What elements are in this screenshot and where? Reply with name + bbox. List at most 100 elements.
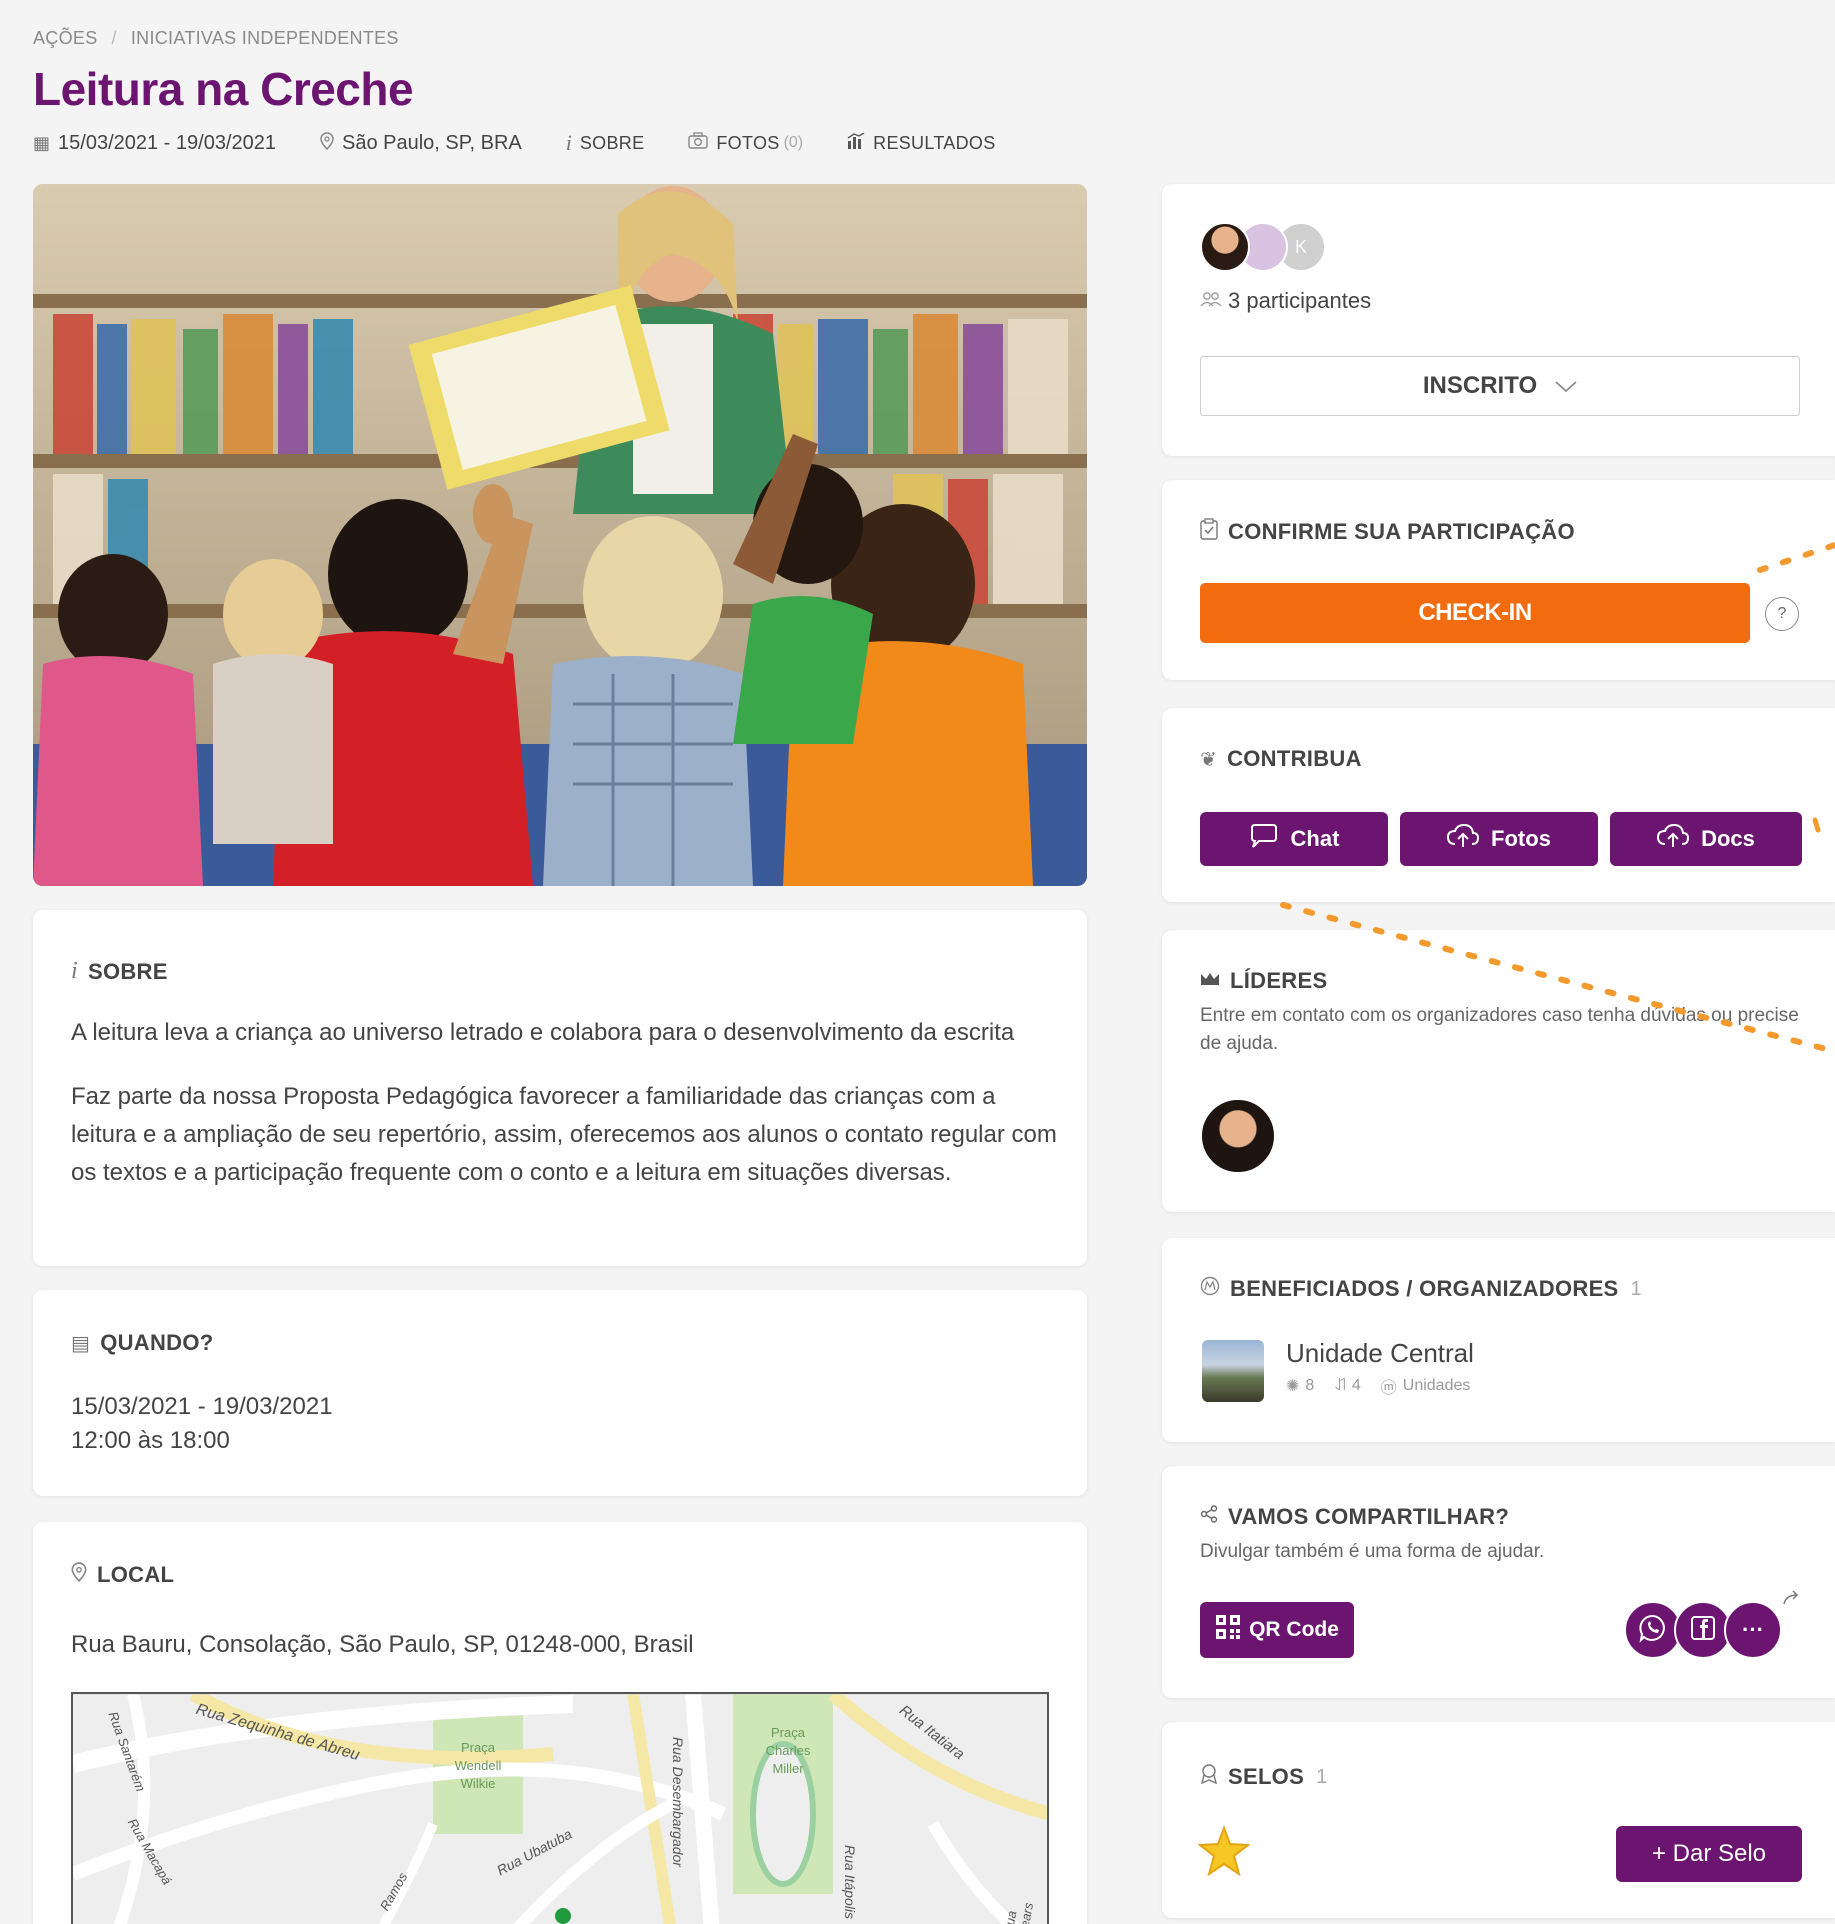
leader-avatar[interactable] <box>1200 1098 1276 1174</box>
meta-photos-count: (0) <box>783 134 804 151</box>
whatsapp-icon <box>1638 1613 1668 1648</box>
qr-code-button[interactable]: QR Code <box>1200 1602 1354 1658</box>
avatar-initial: K <box>1294 236 1307 257</box>
upload-photos-button[interactable]: Fotos <box>1400 812 1598 866</box>
upload-docs-button[interactable]: Docs <box>1610 812 1802 866</box>
sobre-paragraph-2: Faz parte da nossa Proposta Pedagógica f… <box>71 1083 1057 1186</box>
sun-icon: ✺ <box>1286 1378 1300 1395</box>
checkin-heading-text: CONFIRME SUA PARTICIPAÇÃO <box>1228 519 1575 544</box>
participants-card: K 3 participantes INSCRITO <box>1162 184 1835 456</box>
docs-button-label: Docs <box>1701 826 1755 851</box>
meta-bar: ▦ 15/03/2021 - 19/03/2021 São Paulo, SP,… <box>33 130 1040 156</box>
quando-card: ▤ QUANDO? 15/03/2021 - 19/03/2021 12:00 … <box>33 1290 1087 1496</box>
share-arrow-icon[interactable] <box>1782 1590 1802 1611</box>
sobre-heading: i SOBRE <box>71 958 168 985</box>
meta-results-label: RESULTADOS <box>873 132 996 153</box>
local-heading-text: LOCAL <box>97 1562 175 1587</box>
org-thumbnail[interactable] <box>1202 1340 1264 1402</box>
lideres-card: LÍDERES Entre em contato com os organiza… <box>1162 930 1835 1212</box>
share-heading-text: VAMOS COMPARTILHAR? <box>1228 1504 1510 1529</box>
map-label-praca-wendell: Praça Wendell Wilkie <box>454 1740 502 1791</box>
checkin-heading: CONFIRME SUA PARTICIPAÇÃO <box>1200 518 1575 546</box>
participants-count-text: 3 participantes <box>1228 288 1372 313</box>
participants-count: 3 participantes <box>1200 288 1371 314</box>
meta-results-link[interactable]: RESULTADOS <box>847 131 996 154</box>
calendar-icon: ▤ <box>71 1332 91 1355</box>
location-pin-icon <box>71 1562 87 1588</box>
breadcrumb: AÇÕES / INICIATIVAS INDEPENDENTES <box>33 28 399 49</box>
meta-dates: ▦ 15/03/2021 - 19/03/2021 <box>33 132 276 155</box>
local-heading: LOCAL <box>71 1562 174 1588</box>
selos-card: SELOS 1 + Dar Selo <box>1162 1722 1835 1918</box>
beneficiados-card: BENEFICIADOS / ORGANIZADORES 1 Unidade C… <box>1162 1238 1835 1442</box>
crown-icon <box>1200 970 1220 993</box>
lideres-description: Entre em contato com os organizadores ca… <box>1200 1005 1799 1054</box>
lideres-heading-text: LÍDERES <box>1230 968 1328 993</box>
sobre-card: i SOBRE A leitura leva a criança ao univ… <box>33 910 1087 1266</box>
chat-icon <box>1249 824 1279 854</box>
org-stat-members: 4 <box>1351 1377 1361 1394</box>
organization-icon <box>1200 1276 1220 1302</box>
subscription-status-dropdown[interactable]: INSCRITO <box>1200 356 1800 416</box>
hero-image <box>33 184 1087 886</box>
clipboard-check-icon <box>1200 518 1218 546</box>
users-icon <box>1200 291 1222 312</box>
hand-sparkle-icon: ❦ <box>1200 748 1218 771</box>
selos-count: 1 <box>1316 1765 1328 1788</box>
users-icon: ꘗ <box>1334 1377 1346 1394</box>
award-icon <box>1200 1764 1218 1790</box>
chevron-down-icon <box>1555 372 1577 400</box>
meta-about-label: SOBRE <box>579 132 645 153</box>
share-description: Divulgar também é uma forma de ajudar. <box>1200 1541 1545 1562</box>
cloud-upload-icon <box>1657 823 1690 854</box>
cloud-upload-icon <box>1447 823 1480 854</box>
beneficiados-count: 1 <box>1630 1277 1642 1300</box>
contribua-heading-text: CONTRIBUA <box>1227 746 1362 771</box>
chat-button-label: Chat <box>1290 826 1340 851</box>
quando-hours: 12:00 às 18:00 <box>71 1427 230 1454</box>
selos-heading: SELOS 1 <box>1200 1764 1328 1790</box>
local-card: LOCAL Rua Bauru, Consolação, São Paulo, … <box>33 1522 1087 1924</box>
map-label-itapolis: Rua Itápolis <box>841 1845 858 1919</box>
share-more-button[interactable]: ··· <box>1724 1601 1782 1659</box>
qr-code-button-label: QR Code <box>1249 1618 1339 1641</box>
beneficiados-heading-text: BENEFICIADOS / ORGANIZADORES <box>1230 1276 1619 1301</box>
contribua-heading: ❦ CONTRIBUA <box>1200 746 1362 772</box>
meta-about-link[interactable]: i SOBRE <box>566 130 645 156</box>
org-stats: ✺ 8 ꘗ4 ⓜ Unidades <box>1286 1374 1470 1398</box>
meta-location-text: São Paulo, SP, BRA <box>341 131 522 154</box>
quando-heading: ▤ QUANDO? <box>71 1330 214 1356</box>
checkin-button[interactable]: CHECK-IN <box>1200 583 1750 643</box>
quando-heading-text: QUANDO? <box>100 1330 214 1355</box>
share-icon <box>1200 1505 1218 1529</box>
star-badge-icon[interactable] <box>1197 1825 1251 1881</box>
meta-location: São Paulo, SP, BRA <box>320 132 522 155</box>
share-heading: VAMOS COMPARTILHAR? <box>1200 1504 1509 1530</box>
org-name[interactable]: Unidade Central <box>1286 1338 1474 1369</box>
organization-icon: ⓜ <box>1380 1380 1397 1397</box>
chat-button[interactable]: Chat <box>1200 812 1388 866</box>
give-badge-button[interactable]: + Dar Selo <box>1616 1826 1802 1882</box>
location-map[interactable]: Rua Zequinha de Abreu Praça Wendell Wilk… <box>71 1692 1049 1924</box>
breadcrumb-item-iniciativas[interactable]: INICIATIVAS INDEPENDENTES <box>131 28 399 48</box>
meta-photos-link[interactable]: FOTOS (0) <box>688 132 803 154</box>
participant-avatars[interactable]: K <box>1200 222 1350 276</box>
map-label-desembargador: Rua Desembargador <box>669 1737 686 1867</box>
selos-heading-text: SELOS <box>1228 1764 1305 1789</box>
lideres-heading: LÍDERES <box>1200 968 1327 994</box>
contribua-card: ❦ CONTRIBUA Chat Fotos Docs <box>1162 708 1835 902</box>
avatar[interactable] <box>1200 222 1250 272</box>
help-icon-glyph: ? <box>1777 605 1787 622</box>
breadcrumb-item-acoes[interactable]: AÇÕES <box>33 28 98 48</box>
facebook-icon <box>1690 1615 1716 1646</box>
bar-chart-icon <box>847 131 865 154</box>
photos-button-label: Fotos <box>1491 826 1551 851</box>
location-pin-icon <box>320 131 334 155</box>
help-icon[interactable]: ? <box>1765 597 1799 631</box>
qr-code-icon <box>1215 1614 1241 1646</box>
checkin-card: CONFIRME SUA PARTICIPAÇÃO CHECK-IN ? <box>1162 480 1835 680</box>
calendar-icon: ▦ <box>33 132 51 153</box>
share-card: VAMOS COMPARTILHAR? Divulgar também é um… <box>1162 1466 1835 1698</box>
beneficiados-heading: BENEFICIADOS / ORGANIZADORES 1 <box>1200 1276 1642 1302</box>
info-icon: i <box>71 958 78 984</box>
